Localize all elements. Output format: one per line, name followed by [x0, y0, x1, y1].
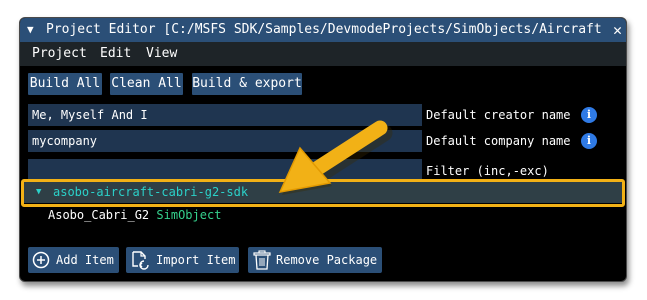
- annotation-arrow-icon: [278, 120, 393, 195]
